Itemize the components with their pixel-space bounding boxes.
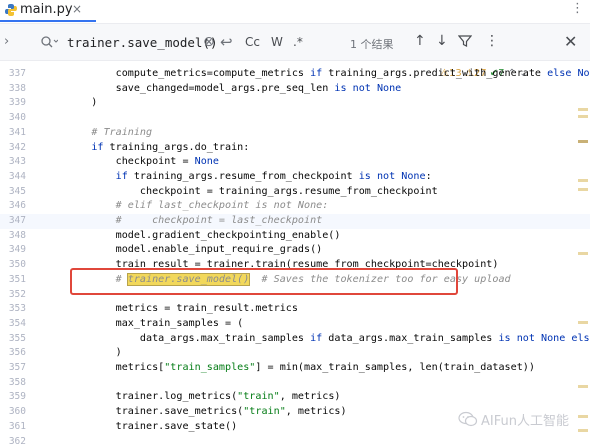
search-result-count: 1 个结果 (350, 38, 394, 51)
line-number: 350 (8, 259, 26, 271)
line-number: 343 (8, 156, 26, 168)
clear-search-icon[interactable]: ⊗ (203, 34, 215, 50)
line-number: 342 (8, 141, 26, 153)
close-find-icon[interactable]: ✕ (564, 32, 577, 51)
scrollbar-marker (578, 252, 588, 255)
line-number: 353 (8, 303, 26, 315)
scrollbar-marker (578, 321, 588, 324)
code-line[interactable]: checkpoint = training_args.resume_from_c… (67, 186, 438, 197)
find-options-icon[interactable]: ⋮ (485, 33, 499, 49)
code-line[interactable]: model.enable_input_require_grads() (67, 244, 323, 255)
code-line[interactable]: trainer.save_state() (67, 421, 238, 432)
code-line[interactable]: checkpoint = None (67, 156, 219, 167)
code-line[interactable]: data_args.max_train_samples if data_args… (67, 333, 590, 344)
search-history-icon[interactable]: ↩ (220, 33, 233, 51)
tab-more-icon[interactable]: ⋮ (571, 1, 584, 16)
scrollbar-marker (578, 108, 588, 111)
code-line[interactable]: model.gradient_checkpointing_enable() (67, 230, 341, 241)
whole-words-toggle[interactable]: W (271, 35, 283, 49)
code-line[interactable]: trainer.save_metrics("train", metrics) (67, 406, 347, 417)
line-number: 337 (8, 68, 26, 79)
scrollbar-marker (578, 179, 588, 182)
code-line[interactable]: max_train_samples = ( (67, 318, 244, 329)
line-number: 340 (8, 112, 26, 124)
code-line[interactable]: trainer.log_metrics("train", metrics) (67, 391, 341, 402)
code-line[interactable]: # checkpoint = last_checkpoint (67, 215, 323, 226)
line-number: 361 (8, 420, 26, 432)
code-line[interactable]: save_changed=model_args.pre_seq_len is n… (67, 83, 402, 94)
line-number: 356 (8, 347, 26, 359)
code-line[interactable]: if training_args.do_train: (67, 142, 249, 153)
tab-close-icon[interactable]: × (72, 2, 82, 16)
scrollbar-marker (578, 188, 588, 191)
scrollbar-marker (578, 415, 588, 418)
line-number: 347 (8, 215, 26, 226)
watermark-text: AIFun人工智能 (481, 413, 569, 429)
search-icon[interactable] (40, 35, 58, 49)
search-input[interactable]: trainer.save_model() (67, 35, 218, 50)
tab-active-indicator (0, 20, 96, 22)
scrollbar-marker (578, 140, 588, 143)
line-number: 345 (8, 185, 26, 197)
line-number: 362 (8, 435, 26, 445)
expand-replace-icon[interactable]: › (4, 34, 9, 49)
scrollbar-marker (578, 385, 588, 388)
previous-occurrence-icon[interactable]: ↑ (414, 33, 426, 49)
find-bar: › trainer.save_model() ⊗ ↩ Cc W .* 1 个结果… (0, 23, 590, 61)
line-number: 351 (8, 273, 26, 285)
line-number: 359 (8, 391, 26, 403)
code-line[interactable]: if training_args.resume_from_checkpoint … (67, 171, 432, 182)
line-number: 346 (8, 200, 26, 212)
line-number: 360 (8, 406, 26, 418)
code-line[interactable]: # elif last_checkpoint is not None: (67, 200, 329, 211)
annotation-highlight-box (70, 268, 458, 295)
match-case-toggle[interactable]: Cc (245, 35, 260, 49)
line-number: 338 (8, 82, 26, 94)
tab-main-py[interactable]: main.py × (0, 0, 96, 23)
watermark: AIFun人工智能 (458, 409, 569, 429)
line-number: 358 (8, 376, 26, 388)
line-number: 354 (8, 317, 26, 329)
editor-tab-bar: main.py × ⋮ (0, 0, 590, 23)
scrollbar-marker (578, 115, 588, 118)
line-number: 344 (8, 170, 26, 182)
code-line[interactable]: compute_metrics=compute_metrics if train… (67, 68, 590, 79)
code-line[interactable]: ) (67, 347, 122, 358)
code-line[interactable]: metrics["train_samples"] = min(max_train… (67, 362, 535, 373)
next-occurrence-icon[interactable]: ↓ (436, 33, 448, 49)
line-number: 348 (8, 229, 26, 241)
tab-label: main.py (20, 2, 73, 17)
line-number: 352 (8, 288, 26, 300)
code-line[interactable]: # Training (67, 127, 152, 138)
wechat-icon (458, 411, 478, 427)
code-line[interactable]: metrics = train_result.metrics (67, 303, 298, 314)
line-number: 339 (8, 97, 26, 109)
line-number: 357 (8, 362, 26, 373)
line-number: 341 (8, 126, 26, 138)
regex-toggle[interactable]: .* (293, 35, 303, 49)
line-number: 355 (8, 332, 26, 344)
filter-icon[interactable] (458, 34, 472, 48)
code-line[interactable]: ) (67, 97, 97, 108)
scrollbar-marker (578, 429, 588, 432)
line-number: 349 (8, 244, 26, 256)
python-file-icon (5, 4, 17, 16)
code-editor[interactable]: ⚠13 ⚠27 ✔7 ⌃ ⌄ 337 compute_metrics=compu… (0, 61, 590, 445)
